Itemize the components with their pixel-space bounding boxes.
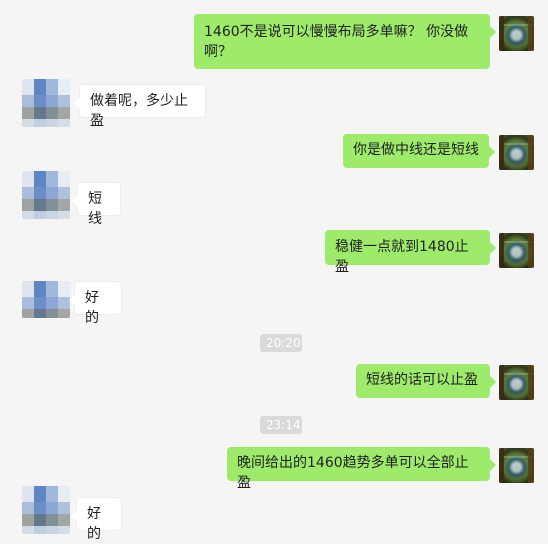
avatar[interactable]	[22, 281, 70, 318]
message-text: 晚间给出的1460趋势多单可以全部止盈	[237, 455, 469, 491]
message-text: 好的	[87, 506, 101, 542]
avatar[interactable]	[22, 171, 70, 219]
timestamp-text: 23:14	[266, 418, 301, 432]
message-bubble[interactable]: 1460不是说可以慢慢布局多单嘛？ 你没做啊？	[194, 14, 496, 69]
message-text: 你是做中线还是短线	[353, 142, 479, 158]
message-text: 短线的话可以止盈	[366, 372, 478, 388]
avatar[interactable]	[22, 79, 70, 127]
avatar[interactable]	[22, 486, 70, 534]
avatar[interactable]	[499, 233, 534, 268]
message-bubble[interactable]: 你是做中线还是短线	[343, 134, 495, 168]
message-text: 稳健一点就到1480止盈	[335, 239, 469, 275]
avatar[interactable]	[499, 16, 534, 51]
avatar[interactable]	[499, 448, 534, 483]
message-bubble[interactable]: 晚间给出的1460趋势多单可以全部止盈	[227, 447, 496, 491]
message-bubble[interactable]: 做着呢，多少止盈	[74, 84, 206, 129]
message-bubble[interactable]: 短线	[72, 182, 121, 227]
message-text: 好的	[85, 290, 99, 326]
message-bubble[interactable]: 短线的话可以止盈	[356, 364, 496, 398]
avatar[interactable]	[499, 135, 534, 170]
chat-window: 1460不是说可以慢慢布局多单嘛？ 你没做啊？ 做着呢，多少止盈 你是做中线还是…	[0, 0, 548, 542]
message-bubble[interactable]: 稳健一点就到1480止盈	[325, 230, 496, 275]
message-text: 短线	[88, 191, 102, 227]
timestamp: 23:14	[260, 416, 302, 434]
avatar[interactable]	[499, 365, 534, 400]
timestamp-text: 20:20	[266, 336, 301, 350]
message-bubble[interactable]: 好的	[69, 281, 122, 326]
message-bubble[interactable]: 好的	[71, 497, 122, 542]
message-text: 做着呢，多少止盈	[90, 93, 188, 129]
message-text: 1460不是说可以慢慢布局多单嘛？ 你没做啊？	[204, 24, 469, 60]
timestamp: 20:20	[260, 334, 302, 352]
